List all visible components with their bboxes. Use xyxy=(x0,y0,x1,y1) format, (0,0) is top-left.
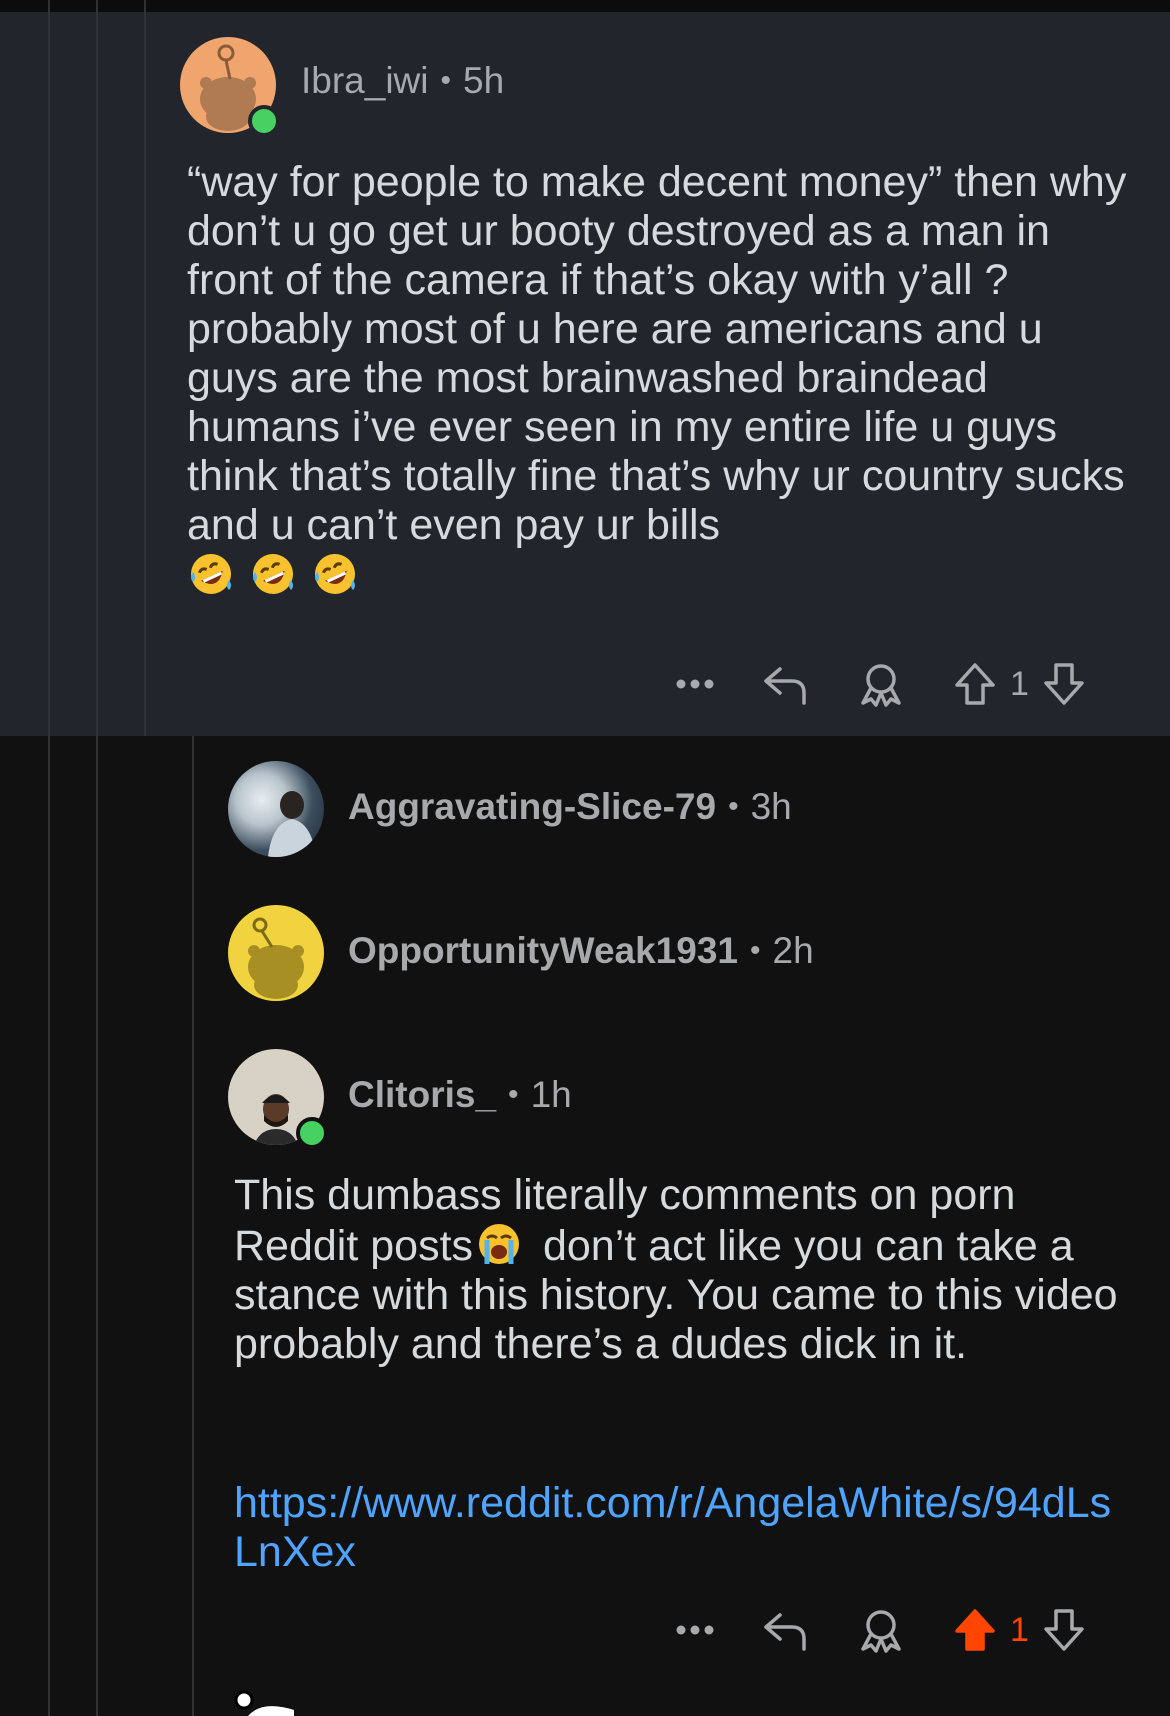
top-edge xyxy=(0,0,1170,12)
timestamp: 1h xyxy=(530,1074,572,1115)
reddit-link[interactable]: https://www.reddit.com/r/AngelaWhite/s/9… xyxy=(234,1479,1111,1576)
thread-line[interactable] xyxy=(144,0,146,736)
rolling-on-floor-laughing-icon xyxy=(315,554,355,594)
thread-line[interactable] xyxy=(192,736,194,1716)
reply-button[interactable] xyxy=(760,1609,810,1651)
online-status-indicator xyxy=(248,105,280,137)
vote-count: 1 xyxy=(1010,664,1029,703)
rolling-on-floor-laughing-icon xyxy=(253,554,293,594)
downvote-button[interactable] xyxy=(1039,661,1089,707)
rolling-on-floor-laughing-icon xyxy=(191,554,231,594)
comment-text: “way for people to make decent money” th… xyxy=(187,158,1127,549)
loudly-crying-face-icon xyxy=(479,1224,520,1264)
comment-body: This dumbass literally comments on porn … xyxy=(234,1171,1134,1369)
more-icon xyxy=(676,1625,714,1635)
comment-actions: 1 xyxy=(670,654,1089,714)
comment-header: Aggravating-Slice-79 • 3h xyxy=(348,786,792,828)
upvote-arrow-icon xyxy=(955,1609,995,1651)
upvote-arrow-icon xyxy=(955,663,995,705)
downvote-arrow-icon xyxy=(1044,663,1084,705)
avatar[interactable] xyxy=(180,37,280,137)
separator-dot: • xyxy=(728,790,739,823)
snoo-avatar-icon xyxy=(234,1690,294,1716)
reply-icon xyxy=(764,667,806,705)
award-icon xyxy=(861,1610,901,1653)
avatar[interactable] xyxy=(228,1049,328,1149)
timestamp: 2h xyxy=(772,930,814,971)
more-button[interactable] xyxy=(670,1624,720,1636)
comment-header: Clitoris_ • 1h xyxy=(348,1074,572,1116)
reply-button[interactable] xyxy=(760,663,810,705)
comment-link-paragraph: https://www.reddit.com/r/AngelaWhite/s/9… xyxy=(234,1479,1114,1577)
thread-line[interactable] xyxy=(96,0,98,1716)
comment-header: OpportunityWeak1931 • 2h xyxy=(348,930,814,972)
thread-line[interactable] xyxy=(48,0,50,1716)
award-button[interactable] xyxy=(856,1607,906,1653)
reply-icon xyxy=(764,1613,806,1651)
downvote-button[interactable] xyxy=(1039,1607,1089,1653)
username[interactable]: Ibra_iwi xyxy=(301,60,429,102)
vote-count: 1 xyxy=(1010,1610,1029,1649)
award-icon xyxy=(861,664,901,707)
snoo-avatar-icon xyxy=(248,917,304,999)
downvote-arrow-icon xyxy=(1044,1609,1084,1651)
comment-actions: 1 xyxy=(670,1600,1089,1660)
avatar[interactable] xyxy=(228,761,324,857)
comment-body: “way for people to make decent money” th… xyxy=(187,158,1127,601)
username[interactable]: Clitoris_ xyxy=(348,1074,496,1116)
comment-header: Ibra_iwi • 5h xyxy=(301,60,504,102)
profile-photo-icon xyxy=(268,791,316,857)
separator-dot: • xyxy=(440,64,452,97)
separator-dot: • xyxy=(749,934,761,967)
emoji-row xyxy=(187,552,373,600)
award-button[interactable] xyxy=(856,661,906,707)
online-status-indicator xyxy=(296,1117,328,1149)
separator-dot: • xyxy=(508,1078,519,1111)
more-icon xyxy=(676,679,714,689)
avatar[interactable] xyxy=(228,905,324,1001)
timestamp: 5h xyxy=(463,60,505,101)
username[interactable]: OpportunityWeak1931 xyxy=(348,930,738,972)
username[interactable]: Aggravating-Slice-79 xyxy=(348,786,716,828)
timestamp: 3h xyxy=(750,786,792,827)
more-button[interactable] xyxy=(670,678,720,690)
upvote-button[interactable] xyxy=(950,661,1000,707)
upvote-button[interactable] xyxy=(950,1607,1000,1653)
